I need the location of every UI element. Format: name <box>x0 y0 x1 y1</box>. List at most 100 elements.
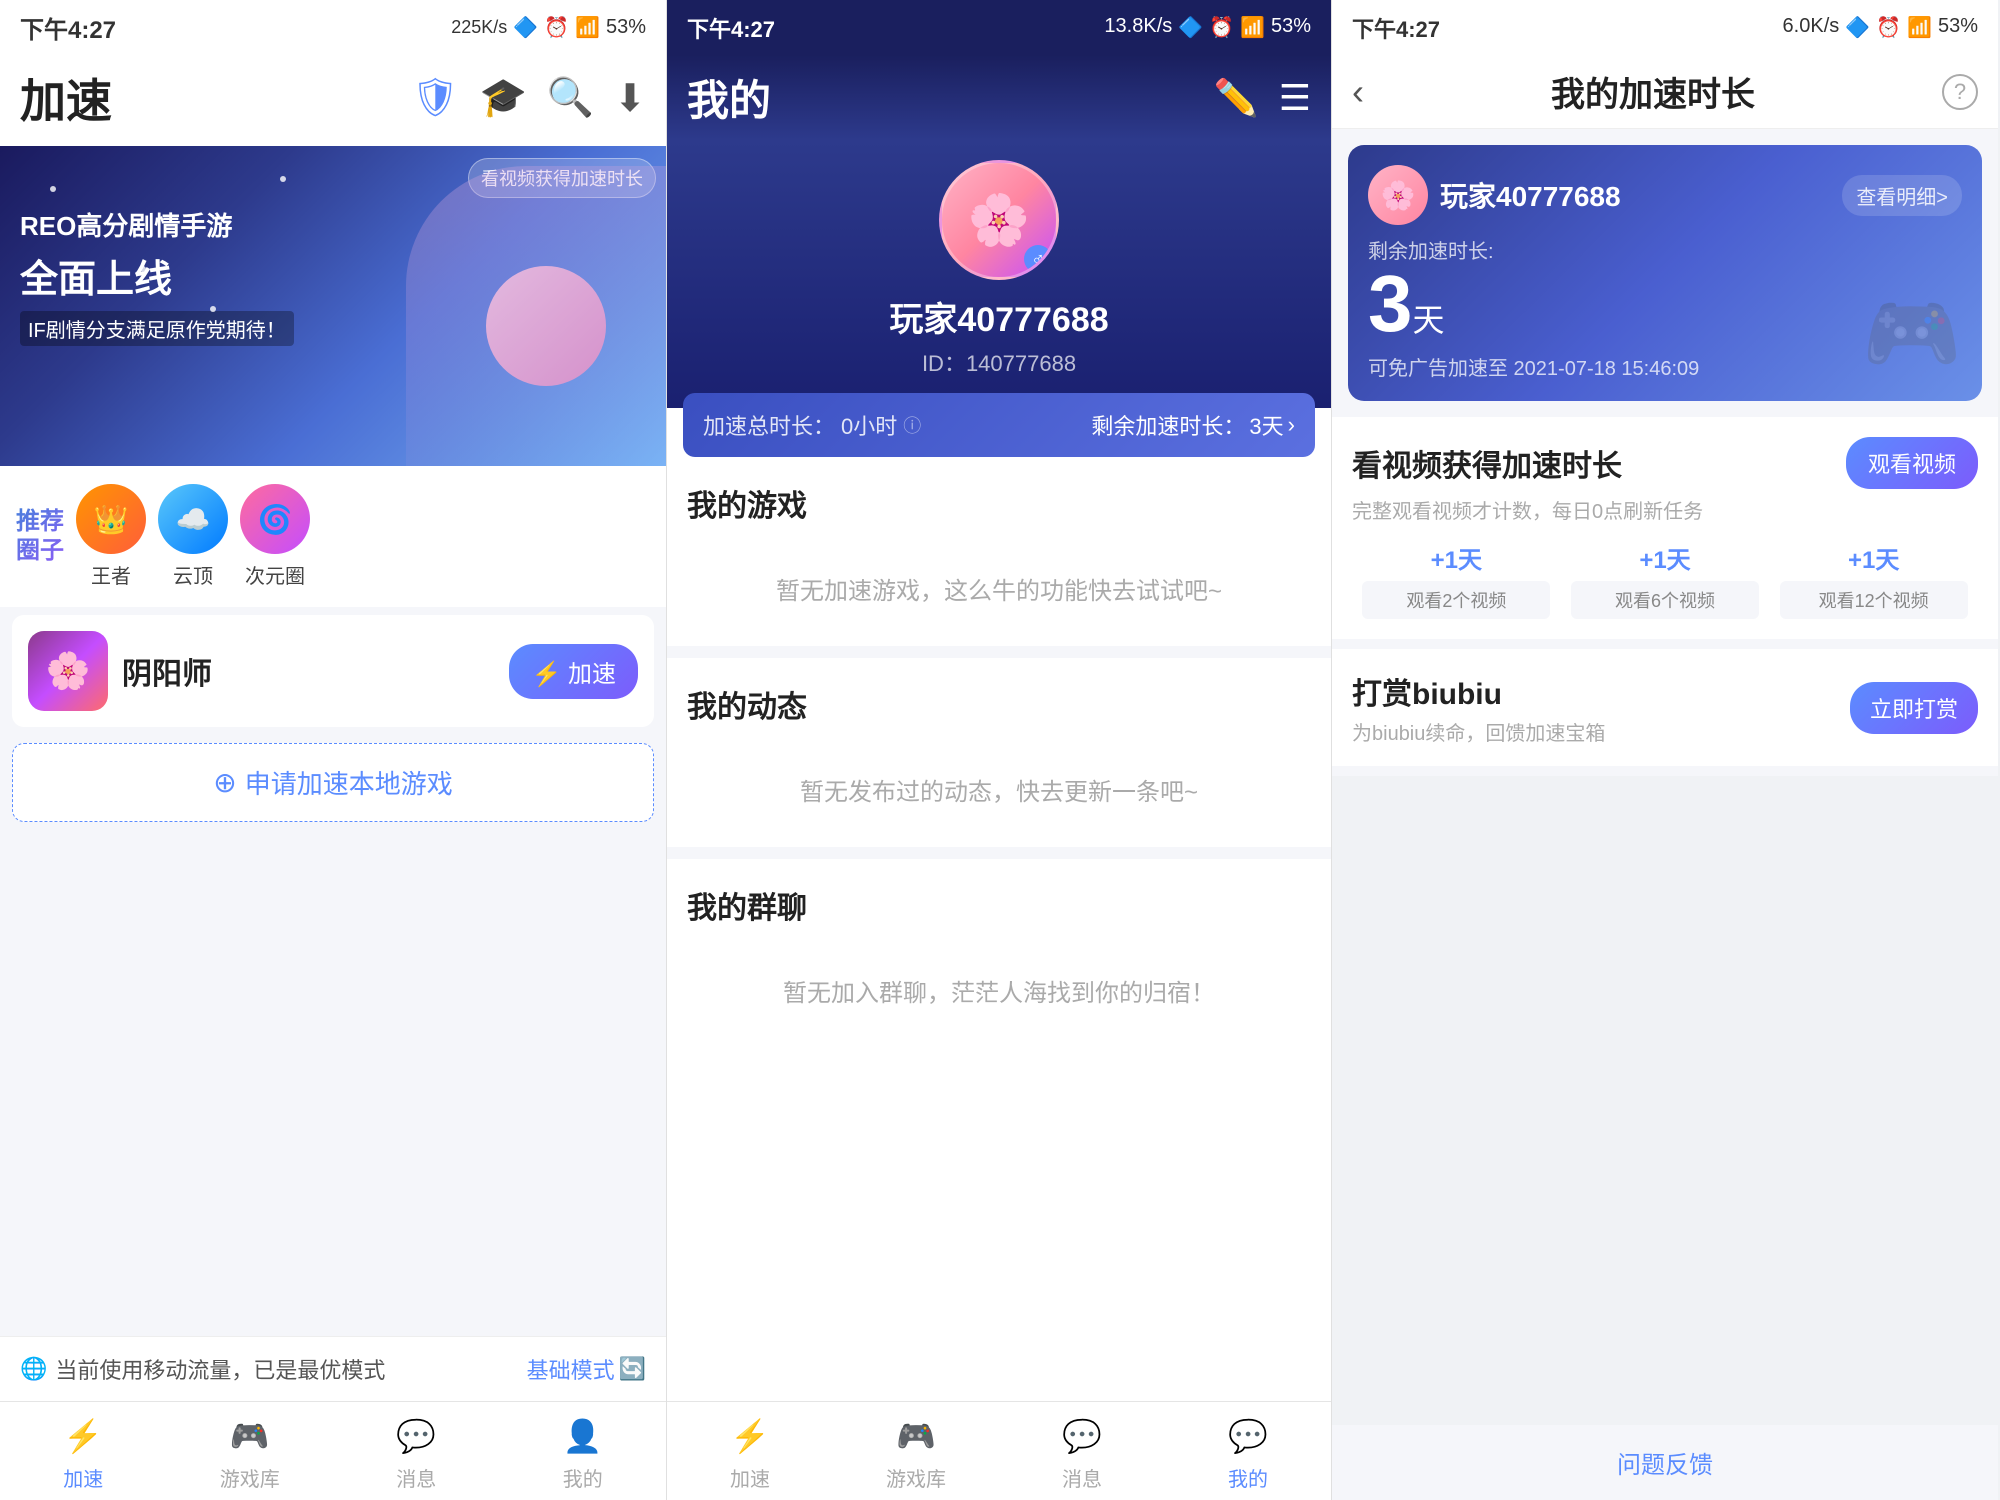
reward-plus-1: +1天 <box>1639 540 1690 575</box>
banner-line3: IF剧情分支满足原作党期待！ <box>20 311 294 346</box>
accel-card-detail-btn[interactable]: 查看明细> <box>1842 175 1962 216</box>
tip-button[interactable]: 立即打赏 <box>1850 682 1978 734</box>
apply-local[interactable]: ⊕ 申请加速本地游戏 <box>12 743 654 822</box>
time-3: 下午4:27 <box>1352 12 1440 44</box>
nav-item-msg[interactable]: 💬 消息 <box>333 1414 500 1492</box>
nav2-item-mine[interactable]: 💬 我的 <box>1165 1414 1331 1492</box>
alarm-icon: ⏰ <box>544 15 569 40</box>
help-button[interactable]: ? <box>1942 74 1978 110</box>
banner-line1: REO高分剧情手游 <box>20 206 294 243</box>
circle-meta[interactable]: 🌀 次元圈 <box>240 484 310 589</box>
nav-item-mine[interactable]: 👤 我的 <box>500 1414 667 1492</box>
nav-boost-label: 加速 <box>63 1463 103 1492</box>
nav-msg-icon: 💬 <box>394 1414 438 1458</box>
globe-icon: 🌐 <box>20 1356 47 1382</box>
nav2-games-icon: 🎮 <box>894 1414 938 1458</box>
apply-local-icon: ⊕ <box>213 766 236 799</box>
panel1-header: 加速 🛡 🎓 🔍 ⬇ <box>0 55 666 146</box>
time-2: 下午4:27 <box>687 12 775 44</box>
game-icon-onmyoji: 🌸 <box>28 631 108 711</box>
signal-icon-2: 📶 <box>1240 15 1265 40</box>
nav2-item-games[interactable]: 🎮 游戏库 <box>833 1414 999 1492</box>
circle-avatar-meta: 🌀 <box>240 484 310 554</box>
shield-icon[interactable]: 🛡 <box>411 76 459 120</box>
tip-title: 打赏biubiu <box>1352 669 1605 713</box>
gender-badge: ♂ <box>1024 245 1052 273</box>
divider-1 <box>667 646 1331 658</box>
circle-king[interactable]: 👑 王者 <box>76 484 146 589</box>
speed-2: 13.8K/s <box>1104 15 1172 40</box>
boost-button[interactable]: ⚡ 加速 <box>509 644 638 699</box>
nav2-mine-icon: 💬 <box>1226 1414 1270 1458</box>
accel-bar[interactable]: 加速总时长： 0小时 ⓘ 剩余加速时长： 3天 › <box>683 393 1315 457</box>
reward-item-2: +1天 观看12个视频 <box>1769 540 1978 619</box>
video-subtitle: 完整观看视频才计数，每日0点刷新任务 <box>1352 495 1978 524</box>
bottom-nav-2: ⚡ 加速 🎮 游戏库 💬 消息 💬 我的 <box>667 1401 1331 1500</box>
game-item-onmyoji: 🌸 阴阳师 ⚡ 加速 <box>12 615 654 727</box>
reward-plus-2: +1天 <box>1848 540 1899 575</box>
speed-3: 6.0K/s <box>1783 15 1840 40</box>
menu-icon[interactable]: ☰ <box>1279 77 1311 119</box>
panel-accelerate: 下午4:27 225K/s 🔷 ⏰ 📶 53% 加速 🛡 🎓 🔍 ⬇ 看视频获得… <box>0 0 666 1500</box>
status-bar-2: 下午4:27 13.8K/s 🔷 ⏰ 📶 53% <box>667 0 1331 55</box>
bell-icon[interactable]: 🎓 <box>480 76 527 120</box>
nav2-item-msg[interactable]: 💬 消息 <box>999 1414 1165 1492</box>
circle-name-meta: 次元圈 <box>245 560 305 589</box>
status-icons-3: 6.0K/s 🔷 ⏰ 📶 53% <box>1783 15 1978 40</box>
speed-1: 225K/s <box>451 17 507 38</box>
search-icon[interactable]: 🔍 <box>547 76 594 120</box>
nav2-boost-label: 加速 <box>730 1463 770 1492</box>
panel1-title: 加速 <box>20 65 112 131</box>
mode-label: 基础模式 <box>527 1353 615 1385</box>
bluetooth-icon: 🔷 <box>513 15 538 40</box>
bottom-status-right[interactable]: 基础模式 🔄 <box>527 1353 646 1385</box>
nav-item-boost[interactable]: ⚡ 加速 <box>0 1414 167 1492</box>
banner-text: REO高分剧情手游 全面上线 IF剧情分支满足原作党期待！ <box>20 206 294 346</box>
battery-3: 53% <box>1938 15 1978 40</box>
tip-subtitle: 为biubiu续命，回馈加速宝箱 <box>1352 717 1605 746</box>
nav-games-icon: 🎮 <box>228 1414 272 1458</box>
panel3-title: 我的加速时长 <box>1551 67 1755 116</box>
reward-item-0: +1天 观看2个视频 <box>1352 540 1561 619</box>
profile-name: 玩家40777688 <box>889 292 1108 341</box>
circles-label: 推荐圈子 <box>16 508 64 566</box>
accel-card-user: 🌸 玩家40777688 <box>1368 165 1621 225</box>
accel-unit: 天 <box>1413 302 1445 338</box>
panel2-title: 我的 <box>687 67 771 128</box>
feedback-link[interactable]: 问题反馈 <box>1332 1425 1998 1500</box>
banner-line2: 全面上线 <box>20 248 294 303</box>
banner[interactable]: 看视频获得加速时长 REO高分剧情手游 全面上线 IF剧情分支满足原作党期待！ <box>0 146 666 466</box>
video-section: 看视频获得加速时长 观看视频 完整观看视频才计数，每日0点刷新任务 +1天 观看… <box>1332 417 1998 639</box>
circle-name-cloud: 云顶 <box>173 560 213 589</box>
accel-card-top: 🌸 玩家40777688 查看明细> <box>1368 165 1962 225</box>
nav2-item-boost[interactable]: ⚡ 加速 <box>667 1414 833 1492</box>
tip-left: 打赏biubiu 为biubiu续命，回馈加速宝箱 <box>1352 669 1605 746</box>
nav2-games-label: 游戏库 <box>886 1463 946 1492</box>
profile-avatar[interactable]: 🌸 ♂ <box>939 160 1059 280</box>
nav-item-games[interactable]: 🎮 游戏库 <box>167 1414 334 1492</box>
panel-mine: 下午4:27 13.8K/s 🔷 ⏰ 📶 53% 我的 ✏️ ☰ 🌸 ♂ 玩家4… <box>666 0 1332 1500</box>
reward-desc-1: 观看6个视频 <box>1571 581 1759 619</box>
total-value: 0小时 <box>841 409 897 441</box>
edit-icon[interactable]: ✏️ <box>1214 77 1259 119</box>
panel-accel-duration: 下午4:27 6.0K/s 🔷 ⏰ 📶 53% ‹ 我的加速时长 ? 🌸 玩家4… <box>1332 0 1998 1500</box>
gamepad-deco-icon: 🎮 <box>1862 287 1962 381</box>
circle-name-king: 王者 <box>91 560 131 589</box>
bottom-status-text: 当前使用移动流量，已是最优模式 <box>55 1353 385 1385</box>
nav2-mine-label: 我的 <box>1228 1463 1268 1492</box>
refresh-icon: 🔄 <box>619 1356 646 1382</box>
back-button[interactable]: ‹ <box>1352 71 1364 113</box>
circle-cloud[interactable]: ☁️ 云顶 <box>158 484 228 589</box>
total-label: 加速总时长： <box>703 409 835 441</box>
download-icon[interactable]: ⬇ <box>614 76 646 121</box>
tip-section: 打赏biubiu 为biubiu续命，回馈加速宝箱 立即打赏 <box>1332 649 1998 766</box>
reward-item-1: +1天 观看6个视频 <box>1561 540 1770 619</box>
time-1: 下午4:27 <box>20 10 116 45</box>
circle-avatar-cloud: ☁️ <box>158 484 228 554</box>
accel-days: 3 <box>1368 259 1413 348</box>
my-games-title: 我的游戏 <box>687 481 1311 525</box>
nav-games-label: 游戏库 <box>220 1463 280 1492</box>
my-groups-empty: 暂无加入群聊，茫茫人海找到你的归宿！ <box>687 943 1311 1038</box>
watch-video-button[interactable]: 观看视频 <box>1846 437 1978 489</box>
panel1-header-icons: 🛡 🎓 🔍 ⬇ <box>411 76 646 121</box>
